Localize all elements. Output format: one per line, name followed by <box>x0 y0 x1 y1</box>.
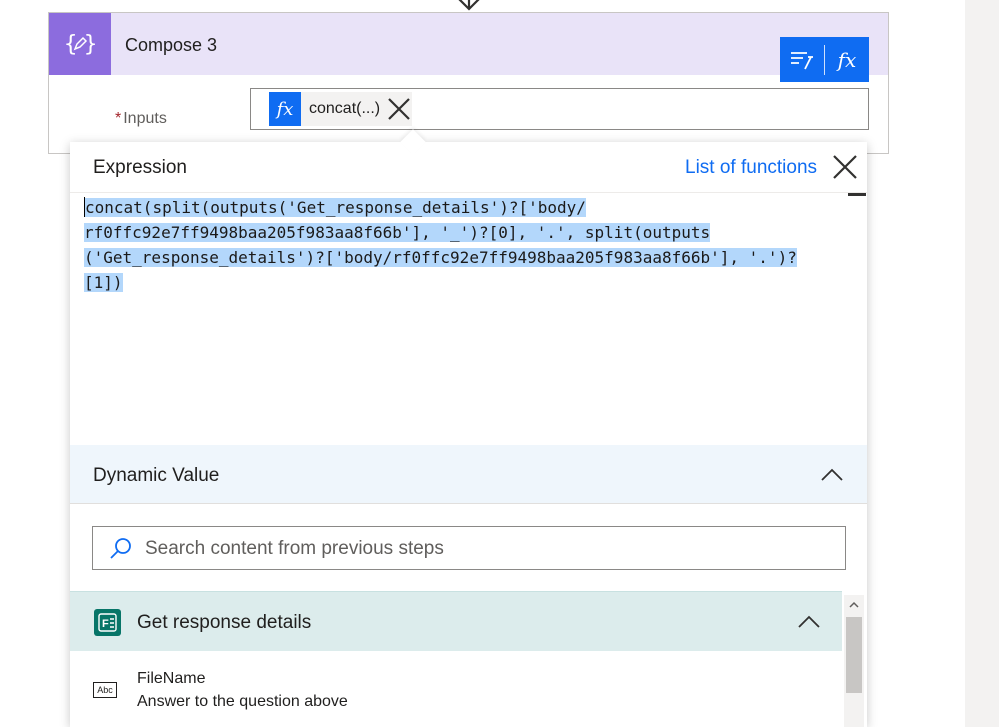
dynamic-value-header[interactable]: Dynamic Value <box>70 445 867 504</box>
scrollbar[interactable] <box>844 595 864 727</box>
scroll-up-arrow-icon[interactable] <box>848 599 860 611</box>
expression-line-4: [1]) <box>84 270 854 295</box>
dynamic-content-popup: Expression List of functions concat(spli… <box>70 129 867 727</box>
svg-text:{: { <box>64 32 77 57</box>
card-header[interactable]: { } Compose 3 <box>49 13 888 75</box>
group-header-get-response-details[interactable]: F Get response details <box>70 591 842 651</box>
token-label: concat(...) <box>309 100 381 117</box>
expression-button[interactable]: fx <box>825 37 869 82</box>
dynamic-value-title: Dynamic Value <box>93 465 220 486</box>
expression-line-2: rf0ffc92e7ff9498baa205f983aa8f66b'], '_'… <box>84 220 854 245</box>
svg-text:}: } <box>84 32 97 57</box>
expression-token[interactable]: fx concat(...) <box>269 92 413 126</box>
search-icon <box>110 538 131 559</box>
search-input[interactable] <box>143 527 837 571</box>
compose-action-card: { } Compose 3 * Inputs <box>48 12 889 154</box>
right-gutter <box>965 0 999 727</box>
expression-line-1: concat(split(outputs('Get_response_detai… <box>84 195 854 220</box>
expression-line-text: [1]) <box>84 273 123 292</box>
expression-line-text: oncat(split(outputs('Get_response_detail… <box>94 198 586 217</box>
expression-line-3: ('Get_response_details')?['body/rf0ffc92… <box>84 245 854 270</box>
search-box[interactable] <box>92 526 846 571</box>
inputs-label: * Inputs <box>115 110 167 128</box>
tab-expression[interactable]: Expression <box>93 157 187 179</box>
inputs-field[interactable]: fx concat(...) <box>250 88 869 130</box>
expression-line-text: rf0ffc92e7ff9498baa205f983aa8f66b'], '_'… <box>84 223 711 242</box>
remove-token-icon[interactable] <box>386 92 412 126</box>
group-title: Get response details <box>137 612 312 633</box>
item-name: FileName <box>137 670 206 687</box>
list-item[interactable]: Abc FileName Answer to the question abov… <box>70 652 842 727</box>
fx-toolbar: fx <box>780 37 869 82</box>
item-description: Answer to the question above <box>137 693 348 710</box>
expression-line-text: ('Get_response_details')?['body/rf0ffc92… <box>84 248 797 267</box>
expression-editor[interactable]: concat(split(outputs('Get_response_detai… <box>84 195 854 445</box>
card-title[interactable]: Compose 3 <box>125 35 217 56</box>
text-type-icon: Abc <box>93 682 117 698</box>
svg-text:F: F <box>102 618 109 630</box>
fx-icon: fx <box>837 47 857 72</box>
scroll-thumb[interactable] <box>846 617 862 693</box>
dynamic-content-icon <box>791 51 813 69</box>
inputs-label-text: Inputs <box>123 110 167 127</box>
compose-icon: { } <box>49 13 111 75</box>
required-mark: * <box>115 110 122 127</box>
tab-divider <box>70 192 867 193</box>
chevron-up-icon[interactable] <box>797 610 821 634</box>
expression-first-char: c <box>85 198 95 217</box>
fx-icon: fx <box>269 92 301 126</box>
forms-icon: F <box>94 609 121 636</box>
dynamic-content-button[interactable] <box>780 37 824 82</box>
tab-list-of-functions[interactable]: List of functions <box>685 157 817 179</box>
chevron-up-icon[interactable] <box>820 463 844 487</box>
flow-down-arrow-icon <box>458 0 480 11</box>
close-icon[interactable] <box>832 154 858 180</box>
